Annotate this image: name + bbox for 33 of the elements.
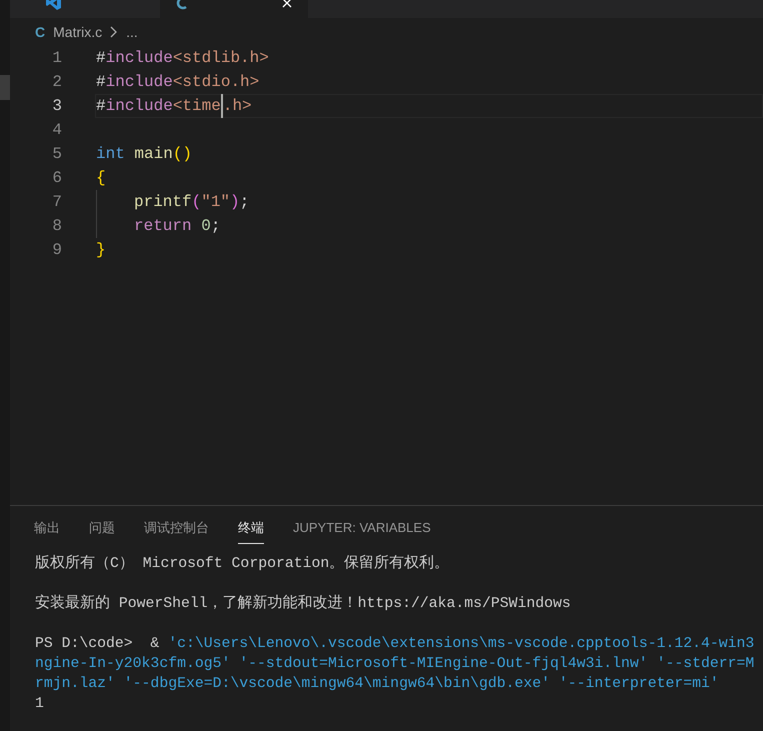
- panel-tab[interactable]: 输出: [34, 512, 60, 544]
- line-number: 9: [51, 240, 62, 261]
- code-line: printf("1");: [95, 190, 763, 214]
- terminal-line: PS D:\code> & 'c:\Users\Lenovo\.vscode\extensions\ms-vscode.cpptools-1.12.4-win3: [35, 635, 756, 654]
- line-number: 3: [51, 96, 62, 117]
- line-number: 4: [51, 120, 62, 141]
- line-number: 8: [51, 216, 62, 237]
- terminal-line: 安装最新的 PowerShell，了解新功能和改进！https://aka.ms/PSWindows: [35, 594, 572, 614]
- line-number: 5: [51, 144, 62, 165]
- terminal-line: rmjn.laz' '--dbgExe=D:\vscode\mingw64\mingw64\bin\gdb.exe' '--interpreter=mi': [35, 675, 720, 694]
- code-line: #include<stdio.h>: [95, 72, 260, 93]
- panel-tab[interactable]: JUPYTER: VARIABLES: [293, 512, 431, 544]
- close-icon[interactable]: [282, 0, 292, 8]
- terminal-line: 1: [35, 695, 45, 714]
- chevron-right-icon: [110, 26, 118, 38]
- panel-tab[interactable]: 问题: [89, 512, 115, 544]
- code-line: #include<stdlib.h>: [95, 48, 270, 69]
- line-number: 1: [51, 48, 62, 69]
- code-line: {: [95, 168, 107, 189]
- line-number: 7: [51, 192, 62, 213]
- breadcrumb-more[interactable]: ...: [126, 22, 138, 42]
- scroll-indicator: [0, 75, 10, 100]
- panel-tab[interactable]: 终端: [238, 512, 264, 544]
- code-line: return 0;: [95, 214, 763, 238]
- panel-tab[interactable]: 调试控制台: [144, 512, 209, 544]
- language-label: C: [35, 22, 46, 42]
- code-line: int main(): [95, 144, 194, 165]
- code-line: }: [95, 240, 107, 261]
- terminal-line: 版权所有（C） Microsoft Corporation。保留所有权利。: [35, 554, 450, 574]
- breadcrumb-file[interactable]: Matrix.c: [53, 22, 102, 42]
- line-number: 6: [51, 168, 62, 189]
- line-number: 2: [51, 72, 62, 93]
- terminal-line: ngine-In-y20k3cfm.og5' '--stdout=Microsoft-MIEngine-Out-fjql4w3i.lnw' '--stderr=M: [35, 655, 756, 674]
